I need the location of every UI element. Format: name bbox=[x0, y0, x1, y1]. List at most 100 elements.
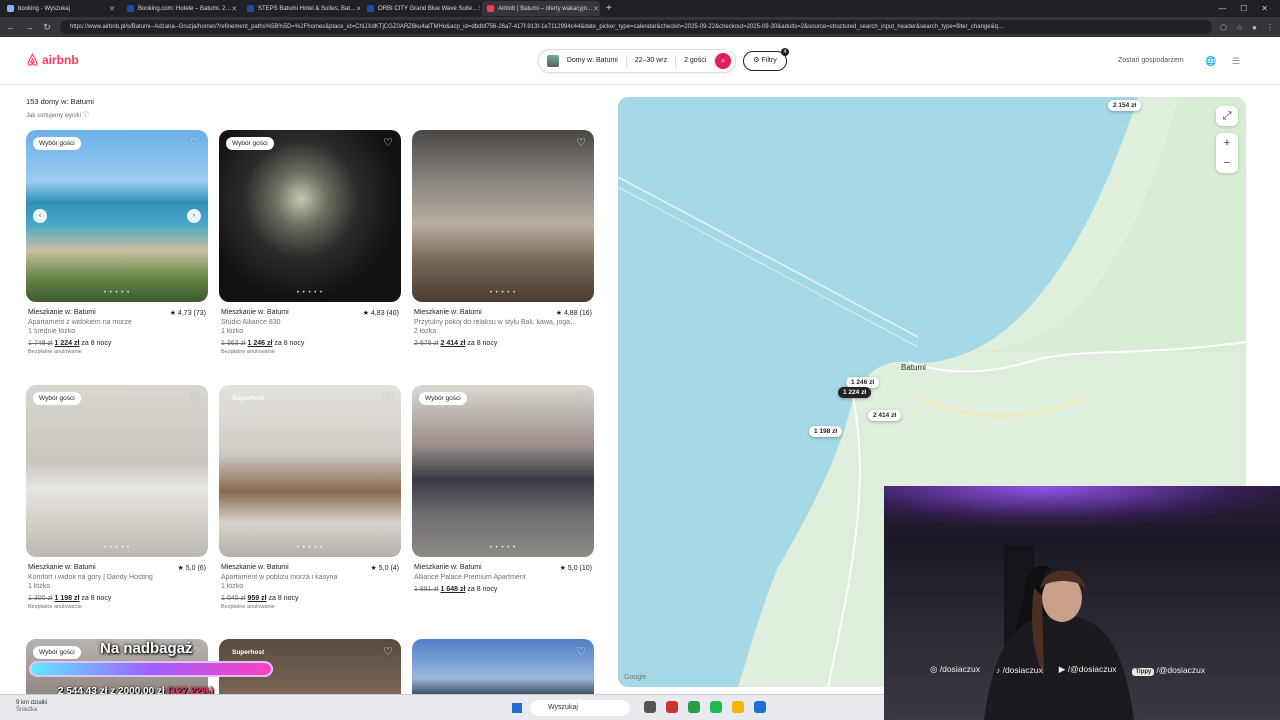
globe-icon[interactable]: 🌐 bbox=[1205, 56, 1216, 67]
old-price: 1 040 zł bbox=[221, 595, 246, 602]
map-price-pin[interactable]: 2 154 zł bbox=[1108, 100, 1142, 111]
price-period: za 8 nocy bbox=[467, 586, 498, 593]
become-host-link[interactable]: Zostań gospodarzem bbox=[1118, 57, 1184, 64]
listing-card[interactable]: ♡ bbox=[412, 639, 594, 695]
zoom-in-icon[interactable]: + bbox=[1216, 133, 1238, 153]
close-icon[interactable]: ✕ bbox=[109, 5, 115, 13]
map-price-pin-selected[interactable]: 1 224 zł bbox=[838, 387, 872, 398]
listing-beds: 1 łóżko bbox=[221, 328, 244, 335]
search-icon[interactable]: ⌕ bbox=[715, 53, 731, 69]
new-price[interactable]: 1 246 zł bbox=[247, 340, 272, 347]
listing-photo[interactable]: Wybór gości ♡ • • • • • bbox=[219, 130, 401, 302]
extension-icon[interactable]: ⬡ bbox=[1220, 23, 1227, 32]
chevron-right-icon[interactable]: › bbox=[187, 209, 201, 223]
heart-icon[interactable]: ♡ bbox=[576, 645, 586, 658]
weather-widget[interactable]: 9 km działki Śnieżka bbox=[16, 700, 47, 714]
filters-button[interactable]: ⚙ Filtry 4 bbox=[743, 48, 789, 71]
listing-card[interactable]: Superhost ♡ • • • • • Mieszkanie w: Batu… bbox=[219, 385, 401, 610]
listing-price: 1 748 zł 1 224 zł za 8 nocy bbox=[26, 340, 208, 347]
new-price[interactable]: 1 648 zł bbox=[440, 586, 465, 593]
browser-address-bar: ← → ↻ https://www.airbnb.pl/s/Batumi--Ad… bbox=[0, 17, 1280, 37]
profile-icon[interactable]: ● bbox=[1252, 23, 1257, 32]
app-icon[interactable] bbox=[666, 701, 678, 713]
old-price: 2 676 zł bbox=[414, 340, 439, 347]
listing-beds: 1 łóżko bbox=[28, 583, 51, 590]
chrome-icon[interactable] bbox=[732, 701, 744, 713]
results-count: 153 domy w: Batumi bbox=[26, 97, 94, 106]
spotify-icon[interactable] bbox=[710, 701, 722, 713]
app-icon[interactable] bbox=[688, 701, 700, 713]
listing-card[interactable]: Wybór gości ♡ • • • • • Mieszkanie w: Ba… bbox=[412, 385, 594, 593]
sort-info-link[interactable]: Jak sortujemy wyniki ⓘ bbox=[26, 110, 89, 119]
listing-photo[interactable]: ♡ • • • • • bbox=[412, 130, 594, 302]
listing-photo[interactable]: Wybór gości ♡ ‹ › • • • • • bbox=[26, 130, 208, 302]
url-field[interactable]: https://www.airbnb.pl/s/Batumi--Adżaria-… bbox=[60, 20, 1212, 34]
forward-icon[interactable]: → bbox=[24, 22, 34, 32]
tipply-tag: Tippy bbox=[1132, 667, 1155, 676]
listing-title: Alliance Palace Premium Apartment bbox=[414, 574, 526, 581]
close-icon[interactable]: ✕ bbox=[356, 5, 360, 13]
task-view-icon[interactable] bbox=[644, 701, 656, 713]
heart-icon[interactable]: ♡ bbox=[383, 136, 393, 149]
listing-rating: ★ 5,0 (4) bbox=[370, 565, 399, 572]
browser-tab[interactable]: STEPS Batumi Hotel & Suites, Bat… ✕ bbox=[242, 1, 360, 16]
back-icon[interactable]: ← bbox=[6, 22, 16, 32]
heart-icon[interactable]: ♡ bbox=[190, 136, 200, 149]
listing-type: Mieszkanie w: Batumi bbox=[28, 309, 96, 316]
browser-tab[interactable]: booking - Wyszukaj ✕ bbox=[2, 1, 120, 16]
listing-title: Studio Alliance 830 bbox=[221, 319, 281, 326]
airbnb-logo[interactable]: airbnb bbox=[26, 53, 79, 67]
heart-icon[interactable]: ♡ bbox=[190, 391, 200, 404]
listing-photo[interactable]: Wybór gości ♡ • • • • • bbox=[26, 385, 208, 557]
price-period: za 8 nocy bbox=[81, 595, 112, 602]
browser-tab[interactable]: Booking.com: Hotele – Batumi. 2… ✕ bbox=[122, 1, 240, 16]
maximize-icon[interactable]: ☐ bbox=[1240, 4, 1247, 13]
listing-card[interactable]: ♡ • • • • • Mieszkanie w: Batumi ★ 4,88 (… bbox=[412, 130, 594, 347]
new-tab-icon[interactable]: + bbox=[606, 3, 612, 14]
search-bar[interactable]: Domy w: Batumi 22–30 wrz 2 gości ⌕ bbox=[538, 49, 736, 73]
new-price[interactable]: 959 zł bbox=[247, 595, 266, 602]
listing-price: 1 881 zł 1 648 zł za 8 nocy bbox=[412, 586, 594, 593]
heart-icon[interactable]: ♡ bbox=[576, 391, 586, 404]
windows-start-icon[interactable] bbox=[512, 703, 522, 713]
chevron-left-icon[interactable]: ‹ bbox=[33, 209, 47, 223]
new-price[interactable]: 1 224 zł bbox=[54, 340, 79, 347]
photo-dots: • • • • • bbox=[296, 545, 324, 551]
reload-icon[interactable]: ↻ bbox=[42, 22, 52, 33]
new-price[interactable]: 2 414 zł bbox=[440, 340, 465, 347]
menu-icon[interactable]: ⋮ bbox=[1266, 23, 1274, 32]
minimize-icon[interactable]: — bbox=[1218, 4, 1226, 13]
guest-favorite-badge: Wybór gości bbox=[33, 137, 81, 150]
guest-favorite-badge: Wybór gości bbox=[419, 392, 467, 405]
edge-icon[interactable] bbox=[754, 701, 766, 713]
close-icon[interactable]: ✕ bbox=[593, 5, 599, 13]
listing-photo[interactable]: Wybór gości ♡ • • • • • bbox=[412, 385, 594, 557]
map-price-pin[interactable]: 1 198 zł bbox=[809, 426, 843, 437]
close-icon[interactable]: ✕ bbox=[231, 5, 237, 13]
heart-icon[interactable]: ♡ bbox=[383, 391, 393, 404]
listing-photo[interactable]: Superhost ♡ • • • • • bbox=[219, 385, 401, 557]
listing-type: Mieszkanie w: Batumi bbox=[28, 564, 96, 571]
listing-card[interactable]: Wybór gości ♡ • • • • • Mieszkanie w: Ba… bbox=[26, 385, 208, 610]
hamburger-menu-icon[interactable]: ☰ bbox=[1232, 56, 1240, 67]
bookmark-icon[interactable]: ☆ bbox=[1236, 23, 1243, 32]
search-guests[interactable]: 2 gości bbox=[676, 55, 716, 67]
photo-dots: • • • • • bbox=[103, 545, 131, 551]
close-window-icon[interactable]: ✕ bbox=[1261, 4, 1268, 13]
heart-icon[interactable]: ♡ bbox=[383, 645, 393, 658]
browser-tab-active[interactable]: Airbnb | Batumi – oferty wakacyjn… ✕ bbox=[482, 1, 600, 16]
new-price[interactable]: 1 198 zł bbox=[54, 595, 79, 602]
listing-photo[interactable]: ♡ bbox=[412, 639, 594, 695]
browser-tab[interactable]: ORBI CITY Grand Blue Wave Suite…✕ bbox=[362, 1, 480, 16]
listing-card[interactable]: Wybór gości ♡ ‹ › • • • • • Mieszkanie w… bbox=[26, 130, 208, 355]
listing-card[interactable]: Wybór gości ♡ • • • • • Mieszkanie w: Ba… bbox=[219, 130, 401, 355]
taskbar-search[interactable]: Wyszukaj bbox=[530, 700, 630, 716]
search-place[interactable]: Domy w: Batumi bbox=[559, 55, 627, 67]
map-price-pin[interactable]: 2 414 zł bbox=[868, 410, 902, 421]
close-icon[interactable]: ✕ bbox=[478, 5, 480, 13]
city-label: Batumi bbox=[901, 363, 926, 372]
fullscreen-icon[interactable]: ⤢ bbox=[1216, 106, 1238, 126]
search-dates[interactable]: 22–30 wrz bbox=[627, 55, 677, 67]
zoom-out-icon[interactable]: − bbox=[1216, 153, 1238, 173]
heart-icon[interactable]: ♡ bbox=[576, 136, 586, 149]
